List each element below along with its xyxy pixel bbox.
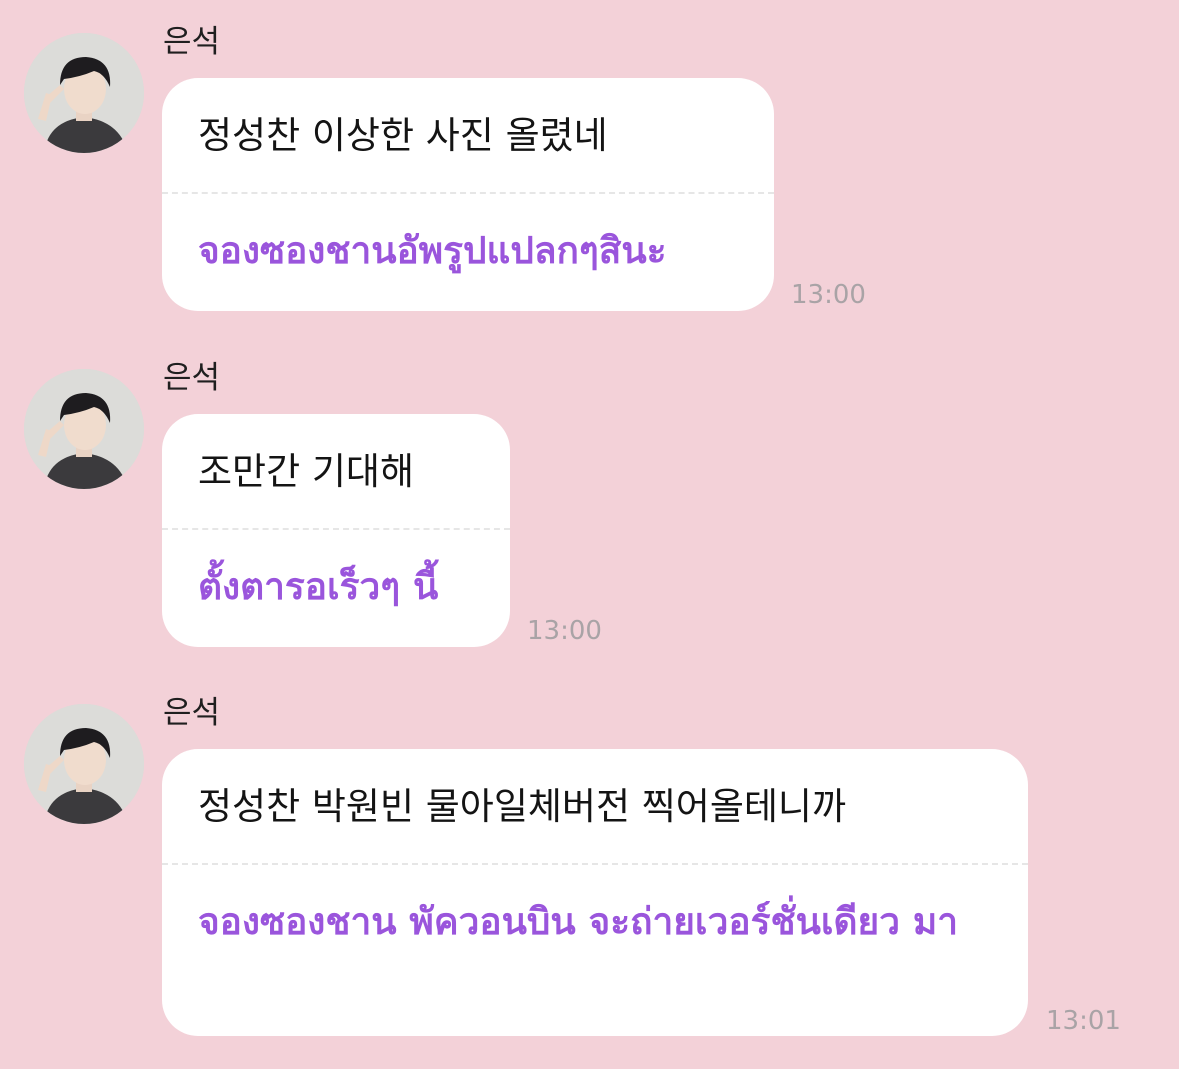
sender-name: 은석 [163,695,221,731]
original-message-text: 조만간 기대해 [198,450,415,493]
avatar[interactable] [24,33,144,153]
translated-message-text: จองซองชานอัพรูปแปลกๆสินะ [198,229,667,272]
message-timestamp: 13:00 [791,280,866,310]
sender-name: 은석 [163,24,221,60]
avatar-photo-icon [24,704,144,824]
message-bubble[interactable]: 정성찬 이상한 사진 올렸네 จองซองชานอัพรูปแปลกๆสินะ [162,78,774,311]
translated-message-text: จองซองชาน พัควอนบิน จะถ่ายเวอร์ชั่นเดียว… [198,900,959,943]
avatar-photo-icon [24,33,144,153]
avatar-photo-icon [24,369,144,489]
message-timestamp: 13:00 [527,616,602,646]
sender-name: 은석 [163,360,221,396]
translation-divider [162,192,774,194]
message-bubble[interactable]: 조만간 기대해 ตั้งตารอเร็วๆ นี้ [162,414,510,647]
translated-message-text: ตั้งตารอเร็วๆ นี้ [198,565,439,608]
avatar[interactable] [24,369,144,489]
translation-divider [162,863,1028,865]
avatar[interactable] [24,704,144,824]
original-message-text: 정성찬 박원빈 물아일체버전 찍어올테니까 [198,785,847,828]
message-bubble[interactable]: 정성찬 박원빈 물아일체버전 찍어올테니까 จองซองชาน พัควอนบิ… [162,749,1028,1036]
translation-divider [162,528,510,530]
message-timestamp: 13:01 [1046,1006,1121,1036]
original-message-text: 정성찬 이상한 사진 올렸네 [198,114,608,157]
